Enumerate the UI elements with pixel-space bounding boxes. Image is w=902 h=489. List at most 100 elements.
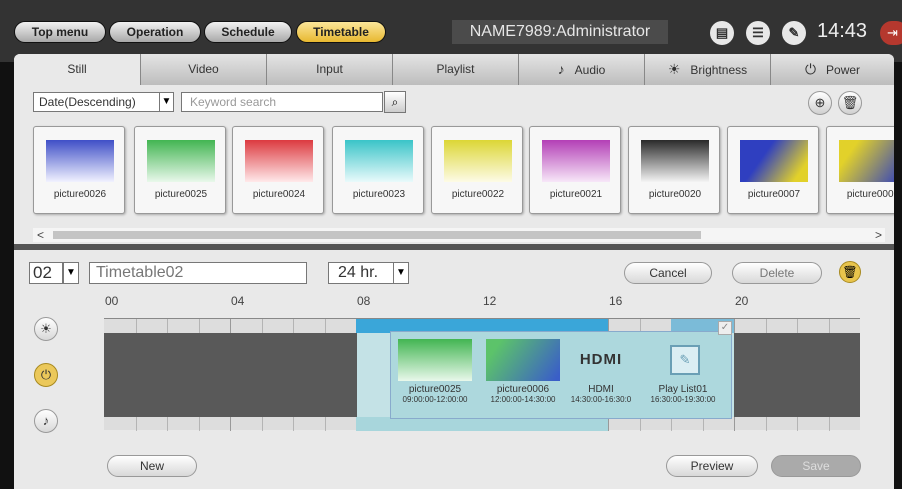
entry-name: Play List01 bbox=[658, 384, 708, 395]
scroll-left-icon[interactable]: < bbox=[37, 228, 44, 242]
entry-time: 16:30:00-19:30:00 bbox=[650, 395, 716, 404]
thumbnail-item[interactable]: picture0026 bbox=[33, 126, 125, 214]
hour-label: 08 bbox=[357, 294, 371, 308]
monitor-icon[interactable]: ▤ bbox=[710, 21, 734, 45]
thumbnail-image bbox=[740, 140, 808, 182]
tab-label: Audio bbox=[574, 63, 606, 77]
logout-icon[interactable]: ⇥ bbox=[880, 21, 902, 45]
schedule-button[interactable]: Schedule bbox=[204, 21, 292, 43]
horizontal-scrollbar[interactable]: < > bbox=[33, 228, 885, 242]
thumbnail-label: picture0007 bbox=[747, 189, 801, 200]
wrench-icon[interactable]: ✎ bbox=[782, 21, 806, 45]
timeline[interactable]: ✓ picture0025 09:00:00-12:00:00 picture0… bbox=[104, 318, 860, 431]
sun-icon: ☀ bbox=[667, 61, 681, 77]
operation-button[interactable]: Operation bbox=[109, 21, 201, 43]
tab-video[interactable]: Video bbox=[140, 54, 266, 85]
thumbnail-item[interactable]: picture0022 bbox=[431, 126, 523, 214]
schedule-entry[interactable]: picture0025 09:00:00-12:00:00 bbox=[396, 339, 474, 404]
thumbnail-label: picture0006 bbox=[846, 189, 894, 200]
tab-label: Input bbox=[316, 62, 343, 76]
thumbnail-label: picture0021 bbox=[549, 189, 603, 200]
thumbnail-label: picture0025 bbox=[154, 189, 208, 200]
thumbnail-item[interactable]: picture0020 bbox=[628, 126, 720, 214]
thumbnail-item[interactable]: picture0006 bbox=[826, 126, 894, 214]
sort-select[interactable]: Date(Descending) bbox=[33, 92, 173, 112]
thumbnail-item[interactable]: picture0023 bbox=[332, 126, 424, 214]
search-input[interactable]: Keyword search bbox=[181, 92, 383, 112]
entry-name: HDMI bbox=[588, 384, 614, 395]
tab-still[interactable]: Still bbox=[14, 54, 140, 85]
thumbnail-label: picture0024 bbox=[252, 189, 306, 200]
save-button[interactable]: Save bbox=[771, 455, 861, 477]
power-icon: ⏻ bbox=[804, 61, 817, 77]
timetable-editor: 02 ▼ Timetable02 24 hr. ▼ Cancel Delete … bbox=[14, 250, 894, 489]
tab-power[interactable]: ⏻ Power bbox=[770, 54, 894, 85]
hour-label: 00 bbox=[105, 294, 119, 308]
chevron-down-icon[interactable]: ▼ bbox=[159, 92, 174, 112]
delete-button[interactable]: Delete bbox=[732, 262, 822, 284]
tab-audio[interactable]: ♪ Audio bbox=[518, 54, 644, 85]
thumbnail-image bbox=[46, 140, 114, 182]
thumbnail-label: picture0023 bbox=[352, 189, 406, 200]
preview-button[interactable]: Preview bbox=[666, 455, 758, 477]
audio-track-icon[interactable]: ♪ bbox=[34, 409, 58, 433]
clock: 14:43 bbox=[817, 20, 868, 42]
entry-time: 14:30:00-16:30:0 bbox=[570, 395, 632, 404]
thumbnail-item[interactable]: picture0021 bbox=[529, 126, 621, 214]
timetable-number-select[interactable]: 02 bbox=[29, 262, 63, 284]
power-track-icon[interactable]: ⏻ bbox=[34, 363, 58, 387]
thumbnail-item[interactable]: picture0007 bbox=[727, 126, 819, 214]
tab-input[interactable]: Input bbox=[266, 54, 392, 85]
hour-label: 04 bbox=[231, 294, 245, 308]
schedule-entry[interactable]: HDMI HDMI 14:30:00-16:30:0 bbox=[564, 339, 638, 404]
entry-time: 09:00:00-12:00:00 bbox=[402, 395, 468, 404]
checkmark-icon[interactable]: ✓ bbox=[718, 321, 732, 335]
thumbnail-label: picture0020 bbox=[648, 189, 702, 200]
scroll-right-icon[interactable]: > bbox=[875, 228, 882, 242]
entry-thumbnail bbox=[398, 339, 472, 381]
entry-name: picture0006 bbox=[496, 384, 550, 395]
schedule-entry[interactable]: picture0006 12:00:00-14:30:00 bbox=[483, 339, 563, 404]
top-bar: Top menu Operation Schedule Timetable NA… bbox=[0, 0, 902, 62]
top-menu-button[interactable]: Top menu bbox=[14, 21, 106, 43]
brightness-track-icon[interactable]: ☀ bbox=[34, 317, 58, 341]
tab-label: Power bbox=[826, 63, 861, 77]
thumbnail-item[interactable]: picture0025 bbox=[134, 126, 226, 214]
entry-thumbnail bbox=[486, 339, 560, 381]
add-icon[interactable]: ⊕ bbox=[808, 91, 832, 115]
timetable-name-field[interactable]: Timetable02 bbox=[89, 262, 307, 284]
search-icon[interactable]: ⌕ bbox=[384, 91, 406, 113]
trash-icon[interactable]: 🗑 bbox=[838, 91, 862, 115]
tab-playlist[interactable]: Playlist bbox=[392, 54, 518, 85]
tab-label: Playlist bbox=[436, 62, 475, 76]
user-name: NAME7989:Administrator bbox=[452, 20, 668, 44]
hour-label: 12 bbox=[483, 294, 497, 308]
tab-brightness[interactable]: ☀ Brightness bbox=[644, 54, 770, 85]
cancel-button[interactable]: Cancel bbox=[624, 262, 712, 284]
hdmi-logo-icon: HDMI bbox=[579, 351, 623, 368]
timeline-audio-segment[interactable] bbox=[356, 417, 608, 431]
entry-name: picture0025 bbox=[408, 384, 462, 395]
tab-label: Still bbox=[67, 62, 87, 76]
thumbnail-image bbox=[839, 140, 894, 182]
thumbnail-image bbox=[641, 140, 709, 182]
playlist-film-icon: ✎ bbox=[646, 339, 720, 381]
thumbnail-image bbox=[542, 140, 610, 182]
entry-time: 12:00:00-14:30:00 bbox=[490, 395, 556, 404]
thumbnail-label: picture0022 bbox=[451, 189, 505, 200]
chevron-down-icon[interactable]: ▼ bbox=[63, 262, 79, 284]
thumbnail-image bbox=[245, 140, 313, 182]
schedule-entry[interactable]: ✎ Play List01 16:30:00-19:30:00 bbox=[640, 339, 726, 404]
list-icon[interactable]: ☰ bbox=[746, 21, 770, 45]
trash-icon[interactable]: 🗑 bbox=[839, 261, 861, 283]
tab-label: Brightness bbox=[690, 63, 748, 77]
thumbnail-label: picture0026 bbox=[53, 189, 107, 200]
thumbnail-item[interactable]: picture0024 bbox=[232, 126, 324, 214]
timetable-button[interactable]: Timetable bbox=[296, 21, 386, 43]
new-button[interactable]: New bbox=[107, 455, 197, 477]
content-tabs: Still Video Input Playlist ♪ Audio ☀ Brigh… bbox=[14, 54, 894, 85]
content-library-panel: Still Video Input Playlist ♪ Audio ☀ Brigh… bbox=[14, 54, 894, 244]
time-format-select[interactable]: 24 hr. bbox=[328, 262, 400, 284]
chevron-down-icon[interactable]: ▼ bbox=[393, 262, 409, 284]
scrollbar-thumb[interactable] bbox=[53, 231, 701, 239]
